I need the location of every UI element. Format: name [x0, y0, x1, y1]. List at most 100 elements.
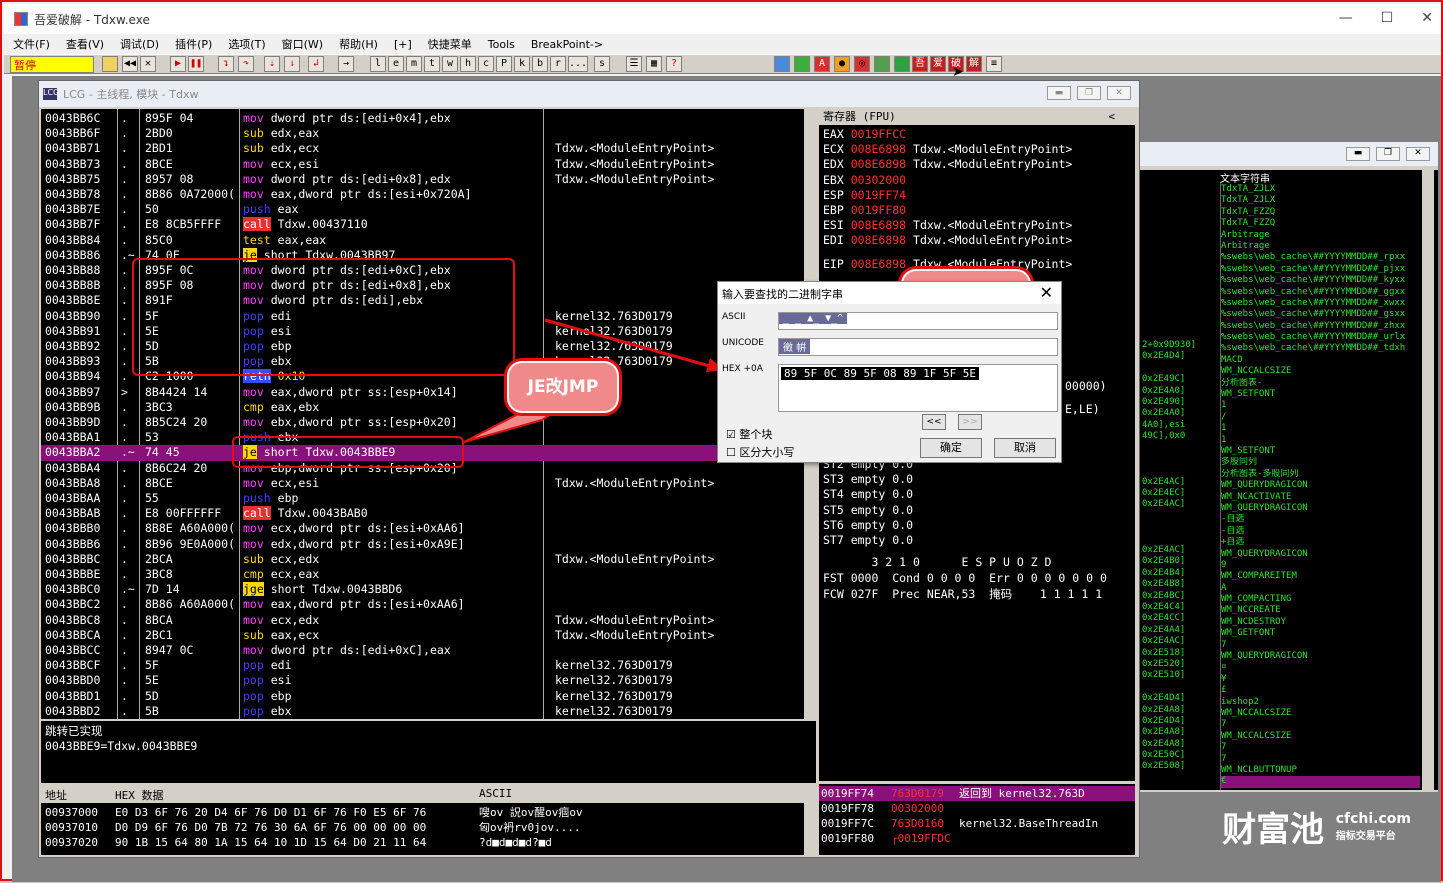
disasm-row[interactable]: 0043BBAA. 55 push ebp: [41, 491, 816, 506]
string-ref[interactable]: 0x2E4AC]: [1142, 499, 1220, 510]
string-text[interactable]: 分析图表-多股同列: [1221, 469, 1420, 480]
string-ref[interactable]: 0x2E4B4]: [1142, 568, 1220, 579]
string-ref[interactable]: 0x2E508]: [1142, 761, 1220, 772]
toolbar-jie-button[interactable]: 解: [966, 56, 982, 72]
string-text[interactable]: %swebs\web_cache\##YYYYMMDD##_zhxx: [1221, 321, 1420, 332]
disassembly-pane[interactable]: 0043BB6C. 895F 04 mov dword ptr ds:[edi+0x…: [41, 109, 816, 719]
disasm-row[interactable]: 0043BB6F. 2BD0 sub edx,eax: [41, 126, 816, 141]
string-text[interactable]: WM_QUERYDRAGICON: [1221, 480, 1420, 491]
toolbar-p-button[interactable]: P: [496, 56, 512, 72]
menu-window[interactable]: 窗口(W): [282, 36, 323, 52]
register-row[interactable]: EAX 0019FFCC: [823, 127, 906, 141]
string-text[interactable]: Arbitrage: [1221, 241, 1420, 252]
string-ref[interactable]: 0x2E50C]: [1142, 750, 1220, 761]
string-text[interactable]: 7: [1221, 754, 1420, 765]
refresh-icon[interactable]: [774, 56, 790, 72]
string-text[interactable]: %swebs\web_cache\##YYYYMMDD##_pjxx: [1221, 264, 1420, 275]
memory-icon[interactable]: [894, 56, 910, 72]
string-text[interactable]: -自选: [1221, 526, 1420, 537]
entire-block-checkbox[interactable]: ☑ 整个块: [726, 426, 772, 442]
toolbar-w-button[interactable]: w: [442, 56, 458, 72]
register-row[interactable]: EBP 0019FF80: [823, 203, 906, 217]
string-text[interactable]: TdxTA_FZZQ: [1221, 218, 1420, 229]
string-ref[interactable]: [1142, 511, 1220, 522]
disasm-row[interactable]: 0043BB71. 2BD1 sub edx,ecx Tdxw.<ModuleEntr…: [41, 141, 816, 156]
cpu-maximize-button[interactable]: ❐: [1077, 86, 1101, 100]
string-ref[interactable]: 0x2E520]: [1142, 659, 1220, 670]
string-ref[interactable]: 0x2E4D4]: [1142, 351, 1220, 362]
menu-file[interactable]: 文件(F): [13, 36, 50, 52]
disasm-row[interactable]: 0043BBD2. 5B pop ebx kernel32.763D0179: [41, 704, 816, 719]
help-icon[interactable]: ?: [666, 56, 682, 72]
rewind-icon[interactable]: ◀◀: [122, 56, 138, 72]
toolbar-b-button[interactable]: b: [532, 56, 548, 72]
fpu-register[interactable]: ST3 empty 0.0: [823, 472, 913, 486]
maximize-button[interactable]: ☐: [1381, 10, 1394, 26]
disasm-row[interactable]: 0043BBCA. 2BC1 sub eax,ecx Tdxw.<ModuleEntr…: [41, 628, 816, 643]
string-text[interactable]: 1: [1221, 423, 1420, 434]
string-text[interactable]: %swebs\web_cache\##YYYYMMDD##_ggxx: [1221, 287, 1420, 298]
disasm-row[interactable]: 0043BB6C. 895F 04 mov dword ptr ds:[edi+0x…: [41, 111, 816, 126]
hex-field[interactable]: 89 5F 0C 89 5F 08 89 1F 5F 5E: [778, 364, 1058, 412]
dump-row[interactable]: 00937020 90 1B 15 64 80 1A 15 64 10 1D 15…: [41, 835, 816, 850]
strings-list[interactable]: 2+0x9D930] 0x2E4D4] 0x2E49C] 0x2E4A0] 0x2E49…: [1140, 170, 1438, 790]
target-icon[interactable]: ◎: [854, 56, 870, 72]
dump-header-hex[interactable]: HEX 数据: [115, 787, 164, 803]
register-row[interactable]: ECX 008E6898 Tdxw.<ModuleEntryPoint>: [823, 142, 1072, 156]
string-text[interactable]: WM_SETFONT: [1221, 389, 1420, 400]
run-icon[interactable]: ▶: [170, 56, 186, 72]
string-ref[interactable]: [1142, 534, 1220, 545]
string-text[interactable]: WM_NCCALCSIZE: [1221, 366, 1420, 377]
fpu-register[interactable]: ST6 empty 0.0: [823, 518, 913, 532]
register-row[interactable]: EBX 00302000: [823, 173, 906, 187]
disasm-row[interactable]: 0043BBBC. 2BCA sub ecx,edx Tdxw.<ModuleEntr…: [41, 552, 816, 567]
string-text[interactable]: ¤: [1221, 662, 1420, 673]
string-text[interactable]: %swebs\web_cache\##YYYYMMDD##_rpxx: [1221, 252, 1420, 263]
string-ref[interactable]: 0x2E518]: [1142, 648, 1220, 659]
string-text[interactable]: WM_NCCREATE: [1221, 605, 1420, 616]
toolbar-s-button[interactable]: s: [594, 56, 610, 72]
grid-icon[interactable]: ▦: [646, 56, 662, 72]
toolbar-wu-button[interactable]: 吾: [912, 56, 928, 72]
string-text[interactable]: TdxTA_ZJLX: [1221, 195, 1420, 206]
toolbar-t-button[interactable]: t: [424, 56, 440, 72]
execute-till-return-icon[interactable]: ↲: [308, 56, 324, 72]
cpu-close-button[interactable]: ✕: [1107, 86, 1131, 100]
disasm-row[interactable]: 0043BB73. 8BCE mov ecx,esi Tdxw.<ModuleEntr…: [41, 157, 816, 172]
plugin-icon[interactable]: [794, 56, 810, 72]
trace-into-icon[interactable]: ⇣: [264, 56, 280, 72]
menu-tools[interactable]: Tools: [488, 38, 515, 51]
stack-row[interactable]: 0019FF78 00302000: [819, 801, 1135, 816]
string-text[interactable]: WM_NCDESTROY: [1221, 617, 1420, 628]
menu-shortcut[interactable]: 快捷菜单: [428, 36, 472, 52]
fpu-register[interactable]: ST7 empty 0.0: [823, 533, 913, 547]
toolbar-ai-button[interactable]: 爱: [930, 56, 946, 72]
string-text[interactable]: A: [1221, 583, 1420, 594]
string-text[interactable]: WM_COMPAREITEM: [1221, 571, 1420, 582]
string-ref[interactable]: 0x2E4D4]: [1142, 716, 1220, 727]
trace-over-icon[interactable]: ⇂: [284, 56, 300, 72]
string-text[interactable]: iwshop2: [1221, 697, 1420, 708]
string-ref[interactable]: 0x2E4AC]: [1142, 636, 1220, 647]
menu-view[interactable]: 查看(V): [66, 36, 104, 52]
string-text[interactable]: %swebs\web_cache\##YYYYMMDD##_kyxx: [1221, 275, 1420, 286]
toolbar-h-button[interactable]: h: [460, 56, 476, 72]
open-icon[interactable]: [102, 56, 118, 72]
list-icon[interactable]: ☰: [626, 56, 642, 72]
dump-row[interactable]: 00937010 D0 D9 6F 76 D0 7B 72 76 30 6A 6F…: [41, 820, 816, 835]
string-text[interactable]: WM_QUERYDRAGICON: [1221, 549, 1420, 560]
string-text[interactable]: TdxTA_FZZQ: [1221, 207, 1420, 218]
disasm-row[interactable]: 0043BBD0. 5E pop esi kernel32.763D0179: [41, 673, 816, 688]
cpu-minimize-button[interactable]: ▬: [1047, 86, 1071, 100]
circle-icon[interactable]: ●: [834, 56, 850, 72]
string-ref[interactable]: [1142, 443, 1220, 454]
disasm-row[interactable]: 0043BBC0 .~ 7D 14 jge short Tdxw.0043BBD6: [41, 582, 816, 597]
disasm-row[interactable]: 0043BBC8. 8BCA mov ecx,edx Tdxw.<ModuleEntr…: [41, 613, 816, 628]
string-text[interactable]: TdxTA_ZJLX: [1221, 184, 1420, 195]
string-text[interactable]: /: [1221, 412, 1420, 423]
close-button[interactable]: ✕: [1421, 10, 1433, 26]
toolbar-more-button[interactable]: ...: [568, 56, 588, 72]
string-ref[interactable]: 0x2E49C]: [1142, 374, 1220, 385]
disasm-row[interactable]: 0043BBC2. 8B86 A60A000(mov eax,dword ptr …: [41, 597, 816, 612]
next-button[interactable]: >>: [958, 414, 982, 430]
